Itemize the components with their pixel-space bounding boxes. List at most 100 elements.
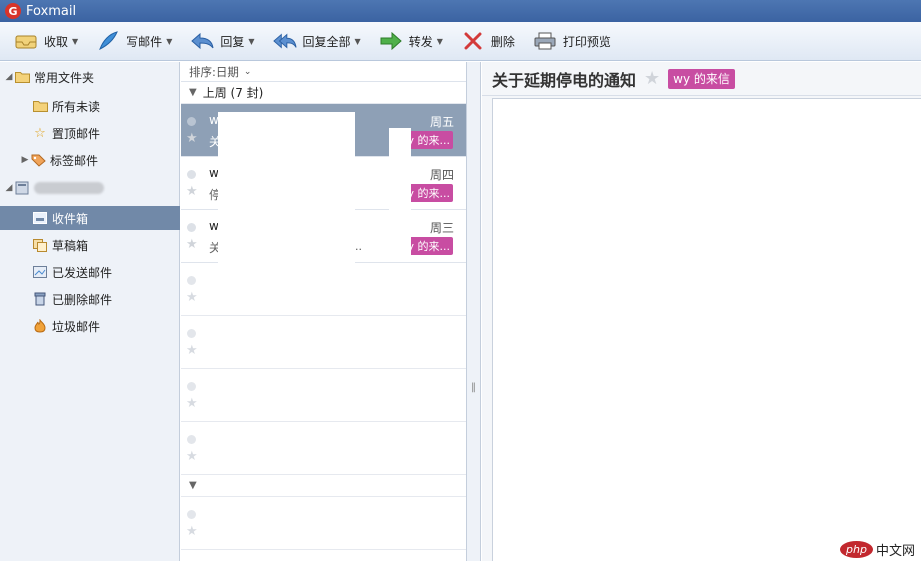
read-status-dot (187, 329, 196, 338)
message-subject: 关于延期停电的通知 (492, 70, 637, 90)
read-status-dot (187, 510, 196, 519)
drafts-icon (32, 238, 48, 252)
inbox-icon (32, 211, 48, 225)
tree-label: 收件箱 (52, 211, 89, 226)
print-preview-button[interactable]: 打印预览 (533, 26, 611, 56)
chevron-down-icon[interactable]: ⌄ (244, 67, 252, 77)
star-icon[interactable]: ★ (644, 68, 660, 89)
tree-account[interactable]: ◢ (0, 176, 180, 200)
read-status-dot[interactable] (187, 117, 196, 126)
star-icon[interactable]: ★ (186, 237, 198, 252)
star-icon[interactable]: ★ (186, 131, 198, 146)
tree-item-tag-mail[interactable]: ▶ 标签邮件 (0, 148, 180, 172)
forward-button[interactable]: 转发 ▼ (379, 26, 443, 56)
sort-control[interactable]: 排序:日期 ⌄ (181, 62, 466, 82)
collapse-triangle-icon[interactable]: ◢ (4, 72, 14, 82)
print-preview-label: 打印预览 (562, 34, 611, 49)
reply-button[interactable]: 回复 ▼ (190, 26, 255, 56)
forward-label: 转发 (408, 34, 433, 49)
tree-label: 置顶邮件 (52, 126, 101, 141)
empty-mail-row: ★ (181, 497, 466, 550)
collapse-triangle-icon[interactable]: ◢ (4, 183, 14, 193)
empty-mail-row: ★ (181, 422, 466, 475)
title-bar: G Foxmail (0, 0, 921, 22)
splitter-grip-icon[interactable]: ‖ (471, 382, 476, 393)
printer-icon (533, 30, 557, 52)
sort-label: 排序:日期 (189, 64, 239, 79)
pane-splitter[interactable]: ‖ (467, 62, 481, 561)
chevron-down-icon[interactable]: ▼ (166, 37, 172, 46)
collapse-triangle-icon[interactable]: ▼ (189, 480, 197, 491)
delete-x-icon (461, 30, 485, 52)
chevron-down-icon[interactable]: ▼ (72, 37, 78, 46)
reply-arrow-icon (190, 30, 214, 52)
junk-flame-icon (32, 319, 48, 333)
message-header: 关于延期停电的通知 ★ wy 的来信 (482, 62, 921, 96)
folder-icon (14, 70, 30, 84)
read-status-dot (187, 382, 196, 391)
compose-button[interactable]: 写邮件 ▼ (96, 26, 172, 56)
toolbar: 收取 ▼ 写邮件 ▼ 回复 ▼ 回复全部 ▼ 转发 ▼ 删除 打印预览 (0, 22, 921, 61)
star-icon: ★ (186, 449, 198, 464)
tree-item-pinned[interactable]: ☆ 置顶邮件 (0, 121, 180, 145)
tree-label: 已删除邮件 (52, 292, 113, 307)
expand-triangle-icon[interactable]: ▶ (20, 155, 30, 165)
mail-date: 周四 (429, 168, 454, 182)
forward-arrow-icon (379, 30, 403, 52)
window-title: Foxmail (26, 3, 77, 19)
reply-all-button[interactable]: 回复全部 ▼ (272, 26, 361, 56)
receive-button[interactable]: 收取 ▼ (14, 26, 78, 56)
chevron-down-icon[interactable]: ▼ (437, 37, 443, 46)
tree-item-drafts[interactable]: 草稿箱 (0, 233, 180, 257)
mail-subject-ellipsis: .. (355, 240, 362, 253)
watermark: php 中文网 (840, 540, 915, 559)
star-icon: ★ (186, 343, 198, 358)
read-status-dot[interactable] (187, 223, 196, 232)
mail-date: 周三 (429, 221, 454, 235)
star-icon[interactable]: ★ (186, 184, 198, 199)
empty-mail-row: ★ (181, 263, 466, 316)
tree-item-deleted[interactable]: 已删除邮件 (0, 287, 180, 311)
star-icon: ★ (186, 524, 198, 539)
receive-label: 收取 (44, 34, 69, 49)
chevron-down-icon[interactable]: ▼ (248, 37, 254, 46)
group-label: 上周 (7 封) (202, 86, 264, 100)
group-header[interactable]: ▼ 上周 (7 封) (181, 82, 466, 104)
collapse-triangle-icon[interactable]: ▼ (189, 87, 197, 98)
watermark-text: 中文网 (875, 544, 915, 559)
empty-group-header[interactable]: ▼ (181, 475, 466, 497)
redaction-box (389, 128, 411, 258)
foxmail-logo-icon: G (5, 3, 21, 19)
tree-item-junk[interactable]: 垃圾邮件 (0, 314, 180, 338)
tree-common-folders[interactable]: ◢ 常用文件夹 (0, 65, 180, 89)
read-status-dot[interactable] (187, 170, 196, 179)
delete-button[interactable]: 删除 (461, 26, 515, 56)
folder-tree: ◢ 常用文件夹 所有未读 ☆ 置顶邮件 ▶ 标签邮件 ◢ 收件箱 草稿箱 已发送… (0, 62, 180, 561)
tree-label: 草稿箱 (52, 238, 89, 253)
tree-label: 常用文件夹 (34, 70, 95, 85)
read-status-dot (187, 435, 196, 444)
delete-label: 删除 (490, 34, 515, 49)
php-logo: php (840, 541, 873, 558)
empty-mail-row: ★ (181, 369, 466, 422)
feather-pen-icon (96, 30, 120, 52)
message-tag: wy 的来信 (668, 68, 735, 89)
reading-pane: 关于延期停电的通知 ★ wy 的来信 php 中文网 (482, 62, 921, 561)
account-name-redacted (34, 182, 104, 194)
account-icon (14, 181, 30, 195)
tree-item-sent[interactable]: 已发送邮件 (0, 260, 180, 284)
tree-item-unread[interactable]: 所有未读 (0, 94, 180, 118)
tree-label: 垃圾邮件 (52, 319, 101, 334)
tree-label: 所有未读 (52, 99, 101, 114)
tree-label: 已发送邮件 (52, 265, 113, 280)
chevron-down-icon[interactable]: ▼ (355, 37, 361, 46)
star-icon: ★ (186, 396, 198, 411)
folder-icon (32, 99, 48, 113)
mail-list: 排序:日期 ⌄ ▼ 上周 (7 封) ★ w 关 周五 wy 的来... ★ w… (181, 62, 467, 561)
reply-label: 回复 (220, 34, 245, 49)
reply-all-label: 回复全部 (302, 34, 351, 49)
tag-icon (30, 153, 46, 167)
tree-item-inbox[interactable]: 收件箱 (0, 206, 180, 230)
tree-label: 标签邮件 (50, 153, 99, 168)
message-body[interactable] (492, 98, 921, 561)
